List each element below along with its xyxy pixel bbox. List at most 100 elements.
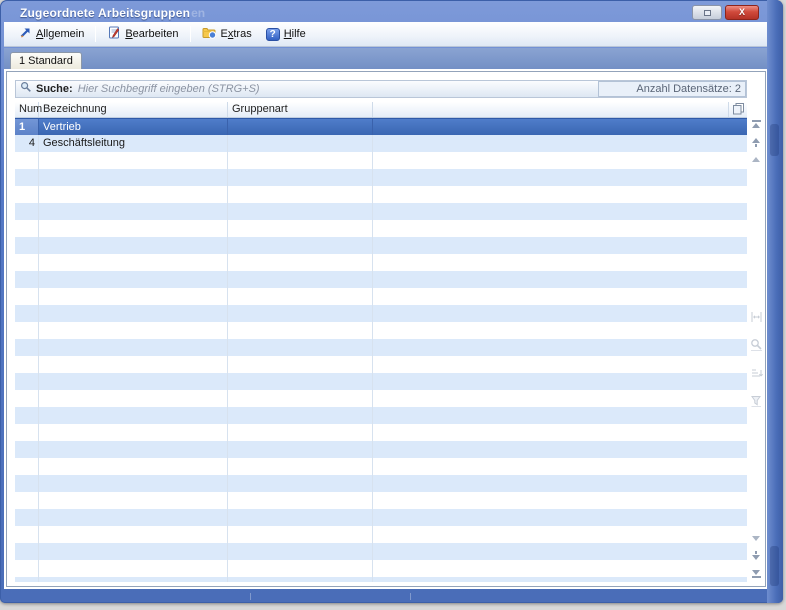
record-count: Anzahl Datensätze: 2 [598,81,746,97]
scroll-first-icon[interactable] [752,120,761,128]
cell-fill [373,577,747,582]
cell-fill[interactable] [373,119,747,135]
cell-fill [373,220,747,237]
cell-bez [39,169,228,186]
cell-grp[interactable] [228,135,373,152]
table-row[interactable]: 4Geschäftsleitung [15,135,747,152]
cell-grp [228,509,373,526]
cell-fill [373,152,747,169]
cell-fill [373,390,747,407]
copy-columns-icon[interactable] [732,102,745,118]
cell-grp [228,492,373,509]
table-row-empty [15,271,747,288]
table-row-empty [15,169,747,186]
title-bar[interactable]: Zugeordnete Arbeitsgruppen en X [0,0,783,22]
column-header-num[interactable]: Num [15,102,39,117]
cell-num [15,288,39,305]
close-button[interactable]: X [725,5,759,20]
content-area: Suche: Hier Suchbegriff eingeben (STRG+S… [4,69,767,589]
column-header-gruppenart[interactable]: Gruppenart [228,102,373,117]
cell-bez [39,186,228,203]
menu-allgemein[interactable]: Allgemein [12,24,91,44]
scroll-last-icon[interactable] [752,570,761,578]
sort-icon[interactable] [750,366,763,384]
scrollbar-thumb[interactable] [770,546,779,586]
cell-fill [373,458,747,475]
cell-grp [228,237,373,254]
cell-bez[interactable]: Geschäftsleitung [39,135,228,152]
cell-bez [39,492,228,509]
cell-num [15,271,39,288]
cell-fill [373,322,747,339]
search-label: Suche: [36,83,73,95]
table-row-empty [15,220,747,237]
table-row[interactable]: 1Vertrieb [15,118,747,135]
cell-grp [228,373,373,390]
cell-num [15,492,39,509]
scrollbar-thumb[interactable] [770,124,779,156]
window-title-ghost: en [191,6,205,20]
cell-grp [228,339,373,356]
cell-num [15,424,39,441]
main-toolbar: Allgemein Bearbeiten Extras ? Hilfe [4,22,767,47]
cell-fill [373,305,747,322]
tab-standard[interactable]: 1 Standard [10,52,82,69]
cell-bez [39,220,228,237]
cell-fill [373,441,747,458]
cell-bez [39,237,228,254]
cell-num [15,373,39,390]
cell-num [15,305,39,322]
cell-grp [228,441,373,458]
app-window: Zugeordnete Arbeitsgruppen en X Allgemei… [0,0,783,603]
cell-grp [228,560,373,577]
table-row-empty [15,492,747,509]
table-row-empty [15,475,747,492]
cell-grp [228,407,373,424]
cell-fill [373,254,747,271]
cell-num[interactable]: 1 [15,119,39,135]
cell-fill [373,271,747,288]
cell-bez[interactable]: Vertrieb [39,119,228,135]
column-header-bezeichnung[interactable]: Bezeichnung [39,102,228,117]
search-placeholder[interactable]: Hier Suchbegriff eingeben (STRG+S) [78,83,260,95]
cell-num [15,526,39,543]
restore-button[interactable] [692,5,722,20]
cell-bez [39,424,228,441]
cell-grp [228,475,373,492]
cell-grp[interactable] [228,119,373,135]
scroll-down-icon[interactable] [752,551,760,560]
cell-fill[interactable] [373,135,747,152]
folder-extras-icon [202,26,217,42]
cell-grp [228,526,373,543]
cell-num [15,356,39,373]
search-icon [20,80,32,98]
window-right-border[interactable] [767,0,783,603]
page-down-icon[interactable] [752,536,760,541]
scroll-up-icon[interactable] [752,138,760,147]
cell-grp [228,220,373,237]
close-icon: X [739,8,745,17]
cell-bez [39,254,228,271]
cell-grp [228,322,373,339]
window-bottom-border [0,591,783,603]
menu-hilfe[interactable]: ? Hilfe [259,26,313,43]
cell-fill [373,424,747,441]
menu-bearbeiten[interactable]: Bearbeiten [100,24,185,44]
cell-num [15,577,39,582]
table-row-empty [15,543,747,560]
cell-bez [39,577,228,582]
menu-extras[interactable]: Extras [195,24,259,44]
cell-bez [39,560,228,577]
page-up-icon[interactable] [752,157,760,162]
cell-num [15,560,39,577]
zoom-search-icon[interactable] [750,338,763,356]
cell-num [15,152,39,169]
cell-grp [228,203,373,220]
table-row-empty [15,152,747,169]
cell-num[interactable]: 4 [15,135,39,152]
search-bar[interactable]: Suche: Hier Suchbegriff eingeben (STRG+S… [15,80,747,98]
column-width-icon[interactable] [750,310,763,328]
cell-bez [39,288,228,305]
filter-icon[interactable] [750,394,763,412]
cell-fill [373,288,747,305]
